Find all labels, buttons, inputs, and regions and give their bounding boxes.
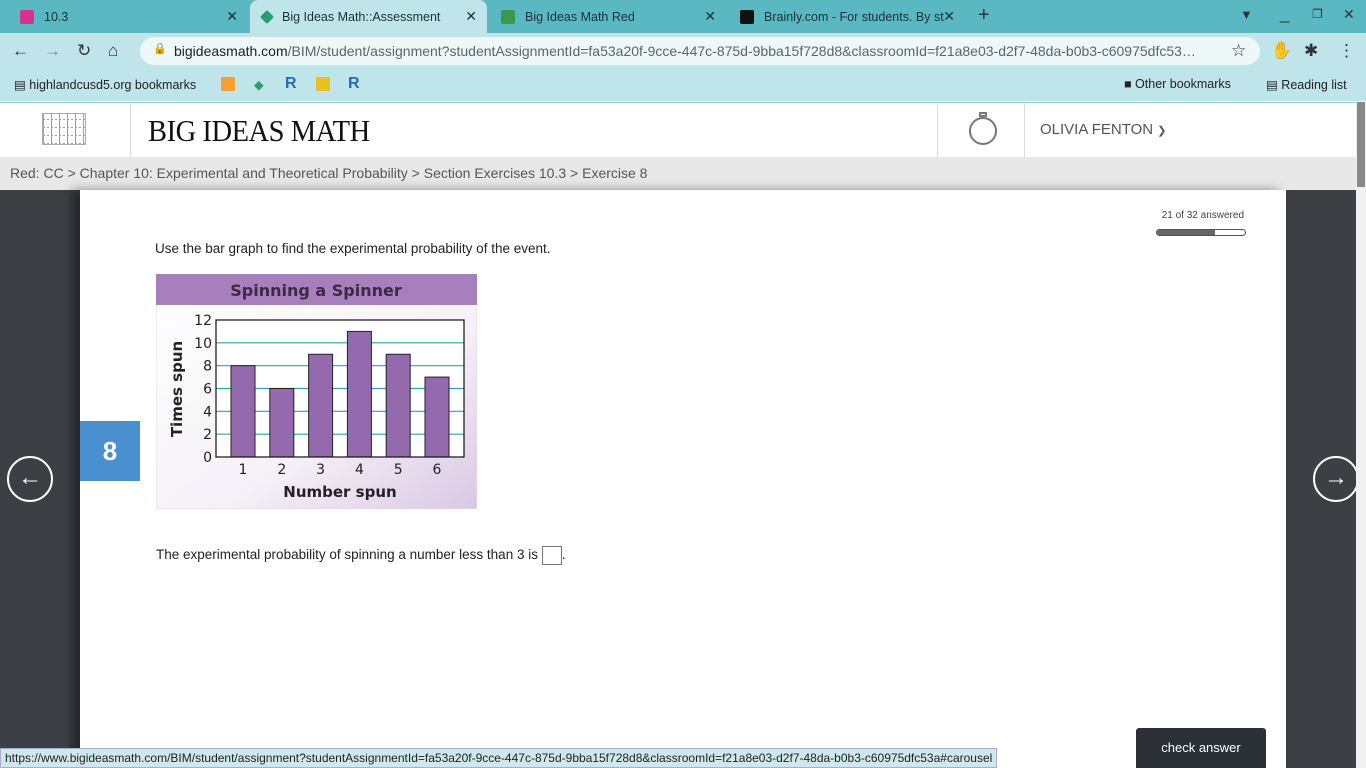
url-path: /BIM/student/assignment?studentAssignmen…	[287, 43, 1196, 59]
tab-title: Big Ideas Math::Assessment	[282, 9, 441, 24]
classroom-icon	[20, 9, 34, 24]
timer-button[interactable]	[937, 103, 1025, 157]
tab-title: 10.3	[44, 9, 69, 24]
tab-bar: 10.3 ✕ Big Ideas Math::Assessment ✕ Big Id…	[0, 0, 1366, 33]
bar	[346, 330, 372, 458]
x-tick-label: 1	[239, 462, 248, 478]
x-axis-label: Number spun	[283, 483, 396, 501]
bim-bookmark-icon[interactable]: ◆	[254, 77, 264, 92]
window-close-button[interactable]: ✕	[1343, 6, 1355, 23]
extension-hand-icon[interactable]: ✋	[1271, 41, 1292, 61]
new-tab-button[interactable]: +	[978, 4, 990, 27]
y-tick-label: 6	[203, 382, 212, 398]
url-domain: bigideasmath.com	[174, 43, 288, 59]
tab-10-3[interactable]: 10.3 ✕	[8, 0, 248, 33]
user-menu[interactable]: OLIVIA FENTON ❯	[1040, 121, 1166, 138]
minimize-button[interactable]: _	[1280, 4, 1289, 24]
bar	[385, 353, 411, 458]
reading-list-icon: ▤	[1266, 78, 1278, 92]
close-icon[interactable]: ✕	[226, 8, 238, 25]
bar	[230, 365, 256, 458]
bar	[424, 376, 450, 458]
menu-icon[interactable]: ⋮	[1338, 41, 1355, 61]
next-question-button[interactable]: →	[1313, 456, 1359, 502]
other-bookmarks[interactable]: ■ Other bookmarks	[1124, 77, 1231, 91]
tab-title: Big Ideas Math Red	[525, 9, 635, 24]
y-tick-label: 0	[203, 450, 212, 466]
extensions-icon[interactable]: ✱	[1304, 41, 1318, 61]
bar-chart: Spinning a Spinner0246810121 2 3 4 5 6Number …	[156, 274, 477, 509]
question-prompt: Use the bar graph to find the experiment…	[155, 241, 551, 256]
status-bar-url: https://www.bigideasmath.com/BIM/student…	[0, 748, 998, 768]
bar	[308, 353, 334, 458]
tab-assessment[interactable]: Big Ideas Math::Assessment ✕	[250, 0, 487, 33]
close-icon[interactable]: ✕	[465, 8, 477, 25]
restore-button[interactable]: ❐	[1312, 7, 1323, 21]
close-icon[interactable]: ✕	[704, 8, 716, 25]
y-tick-label: 10	[194, 336, 212, 352]
scrollbar-thumb[interactable]	[1357, 102, 1365, 187]
reading-list[interactable]: ▤ Reading list	[1266, 77, 1347, 92]
lock-icon: 🔒	[153, 43, 167, 55]
bookmarks-bar: ▤ highlandcusd5.org bookmarks ◆ R R ■ Ot…	[0, 69, 1366, 101]
brainly-icon	[740, 9, 754, 24]
tab-bim-red[interactable]: Big Ideas Math Red ✕	[489, 0, 726, 33]
tab-title: Brainly.com - For students. By st	[764, 9, 944, 24]
answer-input[interactable]	[541, 546, 562, 565]
chevron-down-icon: ❯	[1157, 125, 1167, 137]
logo[interactable]: BIG IDEAS MATH	[148, 113, 370, 149]
address-bar[interactable]: 🔒 bigideasmath.com/BIM/student/assignment…	[140, 37, 1260, 65]
bar	[269, 388, 295, 458]
y-tick-label: 4	[203, 404, 212, 420]
grid-icon	[42, 113, 86, 145]
bookmark-icon[interactable]	[221, 77, 235, 91]
question-card: 21 of 32 answered Use the bar graph to f…	[80, 190, 1286, 768]
progress-bar	[1156, 229, 1246, 236]
r-bookmark-icon[interactable]: R	[348, 75, 360, 93]
bookmark-label: highlandcusd5.org bookmarks	[29, 78, 197, 92]
answer-sentence: The experimental probability of spinning…	[156, 546, 566, 565]
classroom-bookmark-icon[interactable]	[316, 77, 330, 91]
x-tick-label: 4	[355, 462, 364, 478]
bim-icon	[259, 9, 275, 24]
y-tick-label: 8	[203, 359, 212, 375]
folder-icon: ▤	[14, 78, 26, 92]
answer-text: The experimental probability of spinning…	[156, 547, 538, 563]
stopwatch-top	[979, 112, 987, 117]
reload-button[interactable]: ↻	[77, 41, 91, 61]
tab-brainly[interactable]: Brainly.com - For students. By st ✕	[728, 0, 965, 33]
apps-menu-button[interactable]	[0, 103, 131, 157]
stopwatch-icon	[969, 117, 997, 145]
back-button[interactable]: ←	[12, 41, 29, 61]
forward-button[interactable]: →	[44, 41, 61, 61]
book-icon	[501, 9, 515, 24]
bookmark-label: Reading list	[1281, 78, 1347, 92]
x-tick-label: 5	[394, 462, 403, 478]
y-axis-label: Times spun	[168, 341, 186, 437]
chart-title: Spinning a Spinner	[230, 281, 402, 300]
y-tick-label: 12	[194, 313, 212, 329]
previous-question-button[interactable]: ←	[7, 456, 53, 502]
r-bookmark-icon[interactable]: R	[285, 75, 297, 93]
site-header: BIG IDEAS MATH OLIVIA FENTON ❯	[0, 102, 1356, 157]
check-answer-button[interactable]: check answer	[1136, 728, 1266, 768]
question-number: 8	[80, 421, 140, 481]
tab-search-icon[interactable]: ▼	[1240, 7, 1253, 22]
x-tick-label: 3	[316, 462, 325, 478]
x-tick-label: 6	[433, 462, 442, 478]
close-icon[interactable]: ✕	[943, 8, 955, 25]
user-name: OLIVIA FENTON	[1040, 121, 1154, 138]
scrollbar[interactable]	[1356, 102, 1366, 768]
x-tick-label: 2	[277, 462, 286, 478]
breadcrumb[interactable]: Red: CC > Chapter 10: Experimental and T…	[0, 157, 1356, 190]
bookmark-label: Other bookmarks	[1135, 77, 1231, 91]
home-button[interactable]: ⌂	[108, 41, 118, 61]
y-tick-label: 2	[203, 427, 212, 443]
bookmark-folder[interactable]: ▤ highlandcusd5.org bookmarks	[14, 77, 196, 92]
progress-label: 21 of 32 answered	[1161, 210, 1244, 221]
browser-toolbar: ← → ↻ ⌂ 🔒 bigideasmath.com/BIM/student/as…	[0, 33, 1366, 69]
bookmark-star-icon[interactable]: ☆	[1231, 41, 1246, 61]
folder-icon: ■	[1124, 77, 1132, 91]
